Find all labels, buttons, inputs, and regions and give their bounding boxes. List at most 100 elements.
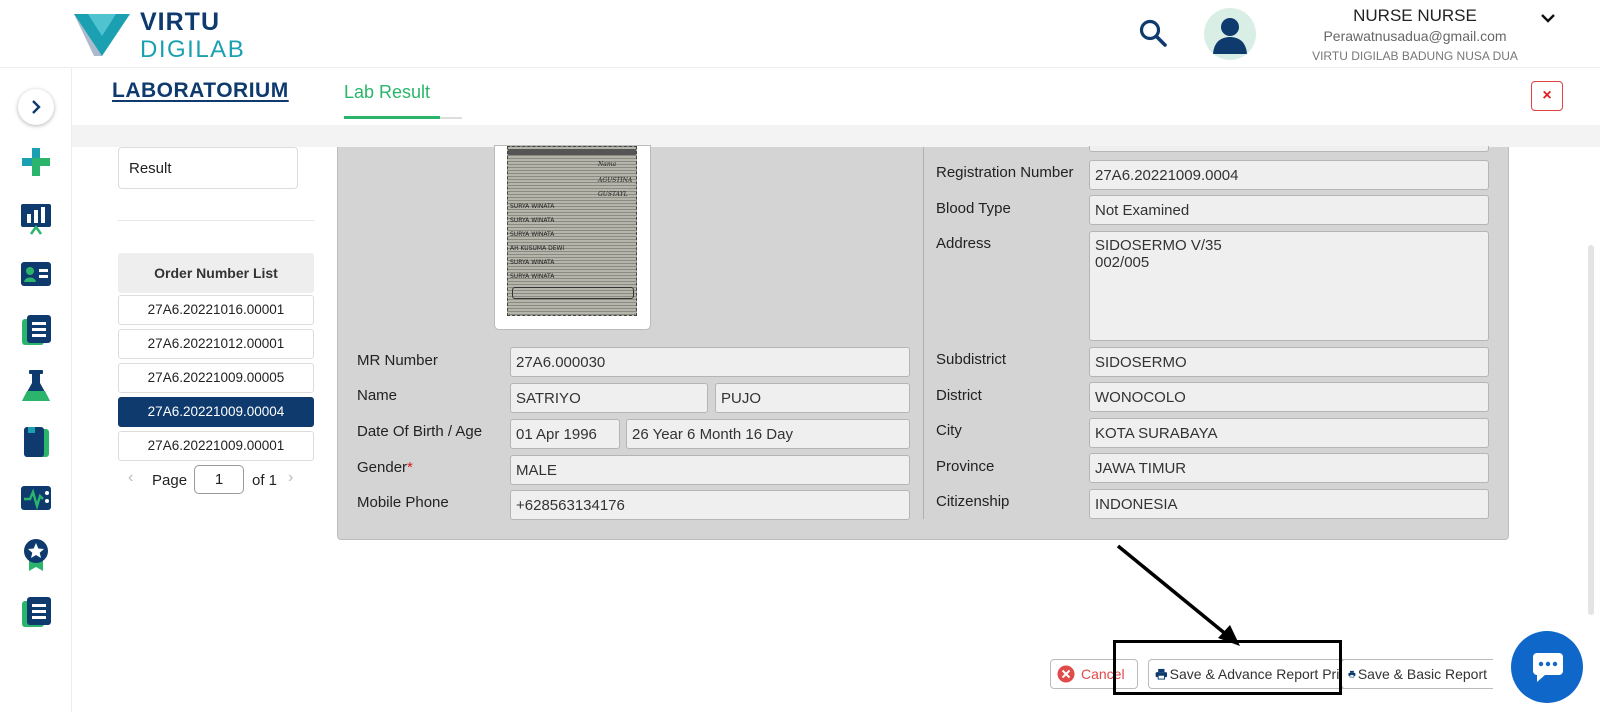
user-info[interactable]: NURSE NURSE Perawatnusadua@gmail.com VIR…: [1290, 6, 1540, 63]
blood-type-field[interactable]: Not Examined: [1089, 195, 1489, 225]
photo-text: SURYA WINATA: [510, 273, 555, 280]
photo-text: Nama: [598, 161, 617, 168]
search-icon[interactable]: [1138, 18, 1170, 50]
gender-label-text: Gender: [357, 459, 408, 476]
sidebar-item-orders[interactable]: [18, 312, 54, 348]
user-email: Perawatnusadua@gmail.com: [1323, 28, 1507, 44]
name-label: Name: [357, 387, 398, 404]
logo-text-virtu: VIRTU: [140, 8, 220, 36]
printer-icon-2: [1348, 670, 1356, 678]
book-icon: [24, 427, 49, 457]
age-field[interactable]: 26 Year 6 Month 16 Day: [626, 419, 910, 449]
photo-header-bar: [508, 149, 636, 155]
photo-text: AH KUSUMA DEWI: [510, 245, 565, 252]
close-button[interactable]: ×: [1531, 81, 1563, 111]
photo-text: SURYA WINATA: [510, 231, 555, 238]
sidebar-item-monitoring[interactable]: [18, 480, 54, 516]
mobile-phone-field[interactable]: +628563134176: [510, 490, 910, 520]
id-card-photo: Nama AGUSTINA GUSTAYL SURYA WINATA SURYA…: [507, 146, 637, 316]
annotation-arrow: [1116, 544, 1240, 646]
flask-icon: [22, 370, 50, 401]
divider-band: [72, 125, 1600, 147]
active-tab-indicator: [344, 116, 440, 119]
sidebar-item-statistics[interactable]: [18, 200, 54, 236]
citizenship-field[interactable]: INDONESIA: [1089, 489, 1489, 519]
annotation-highlight-box: [1113, 640, 1342, 695]
mr-number-field[interactable]: 27A6.000030: [510, 347, 910, 377]
required-asterisk: *: [407, 459, 413, 476]
order-item[interactable]: 27A6.20221012.00001: [118, 329, 314, 359]
top-bar: VIRTU DIGILAB NURSE NURSE Perawatnusadua…: [0, 0, 1600, 68]
first-name-field[interactable]: SATRIYO: [510, 383, 708, 413]
logo-text-digilab: DIGILAB: [140, 36, 246, 63]
sidebar-item-dashboard[interactable]: [18, 144, 54, 180]
dob-label: Date Of Birth / Age: [357, 423, 483, 440]
order-item[interactable]: 27A6.20221009.00005: [118, 363, 314, 393]
subdistrict-field[interactable]: SIDOSERMO: [1089, 347, 1489, 377]
user-organization: VIRTU DIGILAB BADUNG NUSA DUA: [1312, 49, 1518, 63]
city-label: City: [936, 422, 962, 439]
blood-type-label: Blood Type: [936, 200, 1011, 217]
pagination: ‹ Page 1 of 1 ›: [128, 465, 318, 495]
chevron-right-icon: [32, 100, 41, 114]
main-content: LABORATORIUM Lab Result × Result Order N…: [72, 68, 1600, 712]
order-item-selected[interactable]: 27A6.20221009.00004: [118, 397, 314, 427]
district-field[interactable]: WONOCOLO: [1089, 382, 1489, 412]
registration-number-field[interactable]: 27A6.20221009.0004: [1089, 160, 1489, 190]
page-total: of 1: [252, 472, 278, 489]
sidebar-item-patients[interactable]: [18, 256, 54, 292]
chevron-left-icon[interactable]: ‹: [128, 469, 133, 487]
award-badge-icon: [24, 539, 48, 571]
logo-mark-icon: [74, 14, 130, 56]
id-card-photo-frame[interactable]: Nama AGUSTINA GUSTAYL SURYA WINATA SURYA…: [494, 145, 651, 330]
save-basic-report-button[interactable]: Save & Basic Report: [1341, 659, 1493, 689]
chart-board-icon: [21, 204, 51, 235]
avatar[interactable]: [1204, 8, 1256, 60]
id-card-icon: [21, 262, 51, 286]
province-field[interactable]: JAWA TIMUR: [1089, 453, 1489, 483]
gender-field[interactable]: MALE: [510, 455, 910, 485]
chevron-right-icon[interactable]: ›: [288, 469, 293, 487]
virtu-digilab-logo[interactable]: VIRTU DIGILAB: [74, 6, 274, 63]
sidebar-item-documents[interactable]: [18, 594, 54, 630]
order-item[interactable]: 27A6.20221016.00001: [118, 295, 314, 325]
last-name-field[interactable]: PUJO: [715, 383, 910, 413]
chat-button[interactable]: [1511, 631, 1583, 703]
gender-label: Gender*: [357, 459, 413, 476]
tab-lab-result[interactable]: Lab Result: [344, 82, 430, 103]
photo-text: SURYA WINATA: [510, 259, 555, 266]
sidebar-toggle-button[interactable]: [18, 89, 54, 125]
page-label: Page: [152, 472, 188, 489]
registration-number-label: Registration Number: [936, 164, 1074, 181]
sidebar: [0, 68, 72, 712]
document-list-icon-2: [22, 597, 51, 627]
medical-cross-icon: [22, 148, 50, 176]
tab-underline: [440, 117, 462, 119]
sidebar-item-laboratory[interactable]: [18, 368, 54, 404]
citizenship-label: Citizenship: [936, 493, 1010, 510]
photo-text: SURYA WINATA: [510, 217, 555, 224]
city-field[interactable]: KOTA SURABAYA: [1089, 418, 1489, 448]
mobile-phone-label: Mobile Phone: [357, 494, 449, 511]
tab-laboratorium[interactable]: LABORATORIUM: [112, 79, 289, 103]
district-label: District: [936, 387, 982, 404]
save-basic-label: Save & Basic Report: [1357, 666, 1487, 682]
chevron-down-icon[interactable]: [1538, 8, 1558, 28]
sidebar-item-quality[interactable]: [18, 536, 54, 572]
result-filter[interactable]: Result: [118, 147, 298, 189]
divider: [118, 220, 314, 221]
address-field[interactable]: SIDOSERMO V/35 002/005: [1089, 231, 1489, 341]
user-name: NURSE NURSE: [1353, 6, 1477, 25]
photo-text: SURYA WINATA: [510, 203, 555, 210]
tab-bar: LABORATORIUM Lab Result ×: [72, 68, 1600, 125]
sidebar-item-reports[interactable]: [18, 424, 54, 460]
page-input[interactable]: 1: [194, 465, 244, 494]
dob-field[interactable]: 01 Apr 1996: [510, 419, 620, 449]
monitor-pulse-icon: [21, 486, 51, 511]
user-icon: [1213, 18, 1247, 54]
scrollbar[interactable]: [1588, 245, 1594, 615]
chat-icon: [1533, 653, 1563, 682]
province-label: Province: [936, 458, 995, 475]
photo-text: AGUSTINA: [598, 177, 633, 184]
order-item[interactable]: 27A6.20221009.00001: [118, 431, 314, 461]
